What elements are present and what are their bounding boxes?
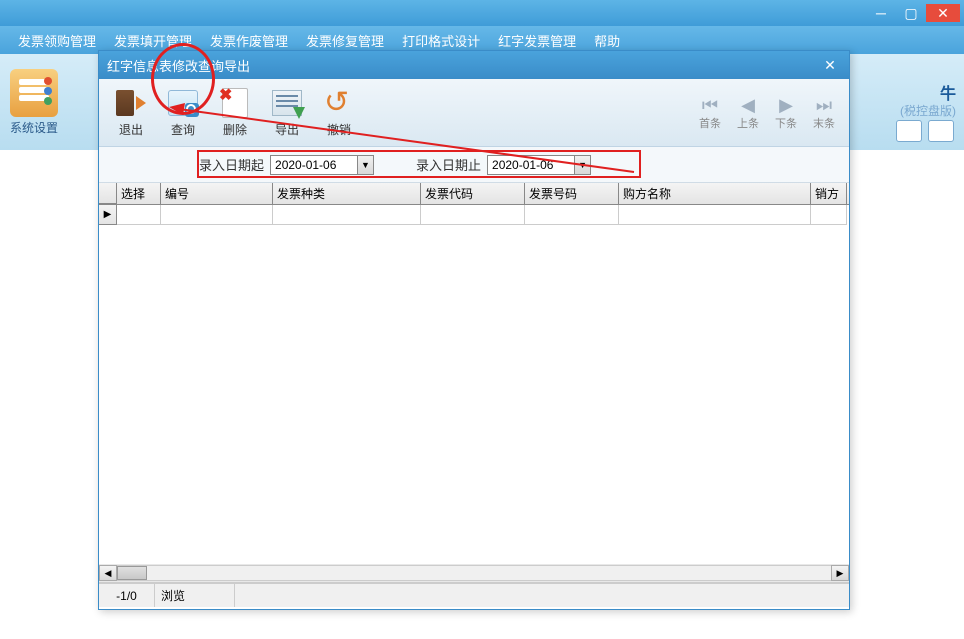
current-row-marker: ▶	[99, 205, 117, 225]
lock-icon[interactable]	[896, 120, 922, 142]
row-indicator-header	[99, 183, 117, 204]
dialog-statusbar: -1/0 浏览	[99, 583, 849, 607]
date-to-input[interactable]	[488, 156, 574, 174]
dialog-titlebar[interactable]: 红字信息表修改查询导出 ✕	[99, 51, 849, 79]
dialog-close-button[interactable]: ✕	[819, 55, 841, 75]
first-icon: ⏮	[702, 95, 718, 115]
status-mode: 浏览	[155, 584, 235, 607]
nav-first-label: 首条	[699, 115, 721, 131]
settings-label: 系统设置	[10, 119, 58, 136]
col-number-header[interactable]: 编号	[161, 183, 273, 204]
date-to-label: 录入日期止	[416, 155, 481, 174]
system-settings-button[interactable]: 系统设置	[10, 69, 58, 136]
undo-label: 撤销	[327, 121, 351, 138]
delete-label: 删除	[223, 121, 247, 138]
query-label: 查询	[171, 121, 195, 138]
red-info-dialog: 红字信息表修改查询导出 ✕ 退出 查询 删除	[98, 50, 850, 610]
export-icon	[272, 90, 302, 116]
app-edition-label: (税控盘版)	[900, 102, 956, 119]
col-select-header[interactable]: 选择	[117, 183, 161, 204]
outer-titlebar: ─ ▢ ✕	[0, 0, 964, 26]
dialog-title: 红字信息表修改查询导出	[107, 56, 250, 75]
settings-icon	[10, 69, 58, 117]
nav-first-button[interactable]: ⏮ 首条	[693, 91, 727, 135]
nav-last-button[interactable]: ⏭ 末条	[807, 91, 841, 135]
menu-invoice-fill[interactable]: 发票填开管理	[106, 28, 200, 53]
nav-prev-button[interactable]: ◀ 上条	[731, 91, 765, 135]
table-row[interactable]: ▶	[99, 205, 849, 225]
maximize-button[interactable]: ▢	[896, 4, 926, 22]
exit-icon	[116, 90, 146, 116]
col-seller-header[interactable]: 销方	[811, 183, 847, 204]
date-from-label: 录入日期起	[199, 155, 264, 174]
col-code-header[interactable]: 发票代码	[421, 183, 525, 204]
nav-last-label: 末条	[813, 115, 835, 131]
filter-bar: 录入日期起 ▼ 录入日期止 ▼	[99, 147, 849, 183]
date-from-dropdown-icon[interactable]: ▼	[357, 156, 373, 174]
nav-next-label: 下条	[775, 115, 797, 131]
date-from-input[interactable]	[271, 156, 357, 174]
menu-invoice-purchase[interactable]: 发票领购管理	[10, 28, 104, 53]
query-icon	[168, 90, 198, 116]
date-from-combo[interactable]: ▼	[270, 155, 374, 175]
minimize-button[interactable]: ─	[866, 4, 896, 22]
close-button[interactable]: ✕	[926, 4, 960, 22]
hscroll-right-button[interactable]: ▶	[831, 565, 849, 581]
nav-next-button[interactable]: ▶ 下条	[769, 91, 803, 135]
col-buyer-header[interactable]: 购方名称	[619, 183, 811, 204]
data-grid[interactable]: 选择 编号 发票种类 发票代码 发票号码 购方名称 销方 ▶ ◀	[99, 183, 849, 583]
cell-buyer[interactable]	[619, 205, 811, 225]
date-to-dropdown-icon[interactable]: ▼	[574, 156, 590, 174]
menu-print-format[interactable]: 打印格式设计	[394, 28, 488, 53]
clipboard-icon[interactable]	[928, 120, 954, 142]
toolbar-group-main: 退出 查询 删除 导出 撤销	[107, 83, 363, 142]
cell-code[interactable]	[421, 205, 525, 225]
delete-icon	[222, 88, 248, 118]
menu-invoice-repair[interactable]: 发票修复管理	[298, 28, 392, 53]
cell-number[interactable]	[161, 205, 273, 225]
grid-header: 选择 编号 发票种类 发票代码 发票号码 购方名称 销方	[99, 183, 849, 205]
cell-select[interactable]	[117, 205, 161, 225]
query-button[interactable]: 查询	[159, 83, 207, 142]
hscroll-left-button[interactable]: ◀	[99, 565, 117, 581]
export-label: 导出	[275, 121, 299, 138]
status-position: -1/0	[99, 584, 155, 607]
delete-button[interactable]: 删除	[211, 83, 259, 142]
undo-button[interactable]: 撤销	[315, 83, 363, 142]
app-brand-suffix: 牛	[940, 80, 956, 104]
cell-type[interactable]	[273, 205, 421, 225]
outer-right-icons	[896, 120, 954, 142]
hscroll-track[interactable]	[117, 565, 831, 581]
prev-icon: ◀	[741, 95, 755, 115]
record-nav: ⏮ 首条 ◀ 上条 ▶ 下条 ⏭ 末条	[693, 91, 841, 135]
dialog-toolbar: 退出 查询 删除 导出 撤销	[99, 79, 849, 147]
menu-help[interactable]: 帮助	[586, 28, 628, 53]
last-icon: ⏭	[816, 95, 832, 115]
cell-seller[interactable]	[811, 205, 847, 225]
menu-red-invoice[interactable]: 红字发票管理	[490, 28, 584, 53]
outer-window: ─ ▢ ✕ 发票领购管理 发票填开管理 发票作废管理 发票修复管理 打印格式设计…	[0, 0, 964, 639]
exit-label: 退出	[119, 121, 143, 138]
undo-icon	[324, 90, 354, 116]
col-invno-header[interactable]: 发票号码	[525, 183, 619, 204]
exit-button[interactable]: 退出	[107, 83, 155, 142]
next-icon: ▶	[779, 95, 793, 115]
nav-prev-label: 上条	[737, 115, 759, 131]
date-to-combo[interactable]: ▼	[487, 155, 591, 175]
hscroll-thumb[interactable]	[117, 566, 147, 580]
export-button[interactable]: 导出	[263, 83, 311, 142]
col-type-header[interactable]: 发票种类	[273, 183, 421, 204]
menu-invoice-void[interactable]: 发票作废管理	[202, 28, 296, 53]
cell-invno[interactable]	[525, 205, 619, 225]
grid-hscrollbar[interactable]: ◀ ▶	[99, 564, 849, 582]
